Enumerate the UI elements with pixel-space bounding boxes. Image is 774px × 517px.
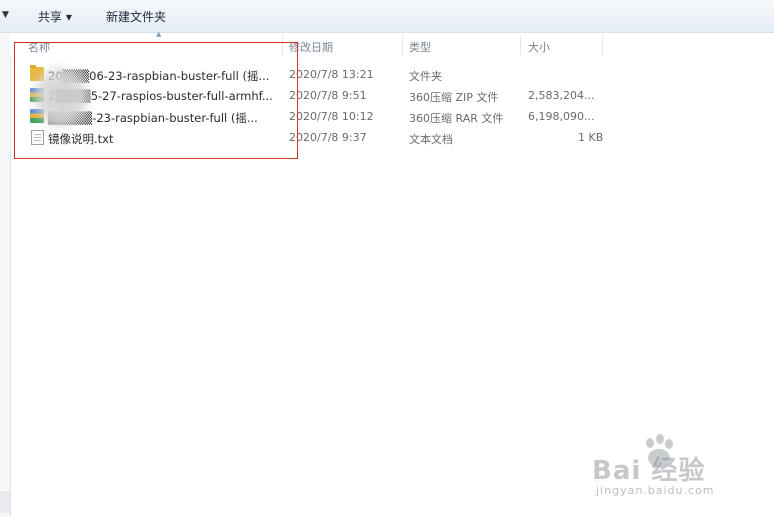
file-date: 2020/7/8 10:12 — [289, 110, 374, 123]
file-date: 2020/7/8 9:37 — [289, 131, 367, 144]
file-size: 2,583,204... — [528, 89, 595, 102]
file-date: 2020/7/8 9:51 — [289, 89, 367, 102]
file-type: 文件夹 — [409, 70, 442, 83]
file-type: 360压缩 RAR 文件 — [409, 112, 504, 125]
file-type: 文本文档 — [409, 133, 453, 146]
navigation-item[interactable] — [0, 491, 10, 513]
watermark-brand: Bai 经验 — [592, 456, 706, 486]
column-header-size[interactable]: 大小 — [528, 39, 550, 55]
column-divider[interactable] — [520, 35, 521, 55]
column-header-type[interactable]: 类型 — [409, 39, 431, 55]
column-divider[interactable] — [602, 35, 603, 55]
share-button[interactable]: 共享 ▾ — [38, 8, 72, 25]
sort-ascending-icon: ▲ — [156, 30, 162, 38]
baidu-jingyan-watermark: Bai 经验 jingyan.baidu.com — [592, 432, 742, 502]
toolbar: ▼ 共享 ▾ 新建文件夹 — [0, 0, 774, 33]
red-highlight-box — [14, 42, 298, 159]
file-date: 2020/7/8 13:21 — [289, 68, 374, 81]
column-divider[interactable] — [402, 35, 403, 55]
back-dropdown-icon[interactable]: ▼ — [2, 10, 9, 20]
file-type: 360压缩 ZIP 文件 — [409, 91, 499, 104]
file-size: 6,198,090... — [528, 110, 595, 123]
new-folder-button[interactable]: 新建文件夹 — [106, 8, 166, 25]
file-size: 1 KB — [578, 131, 604, 144]
watermark-url: jingyan.baidu.com — [596, 484, 715, 497]
